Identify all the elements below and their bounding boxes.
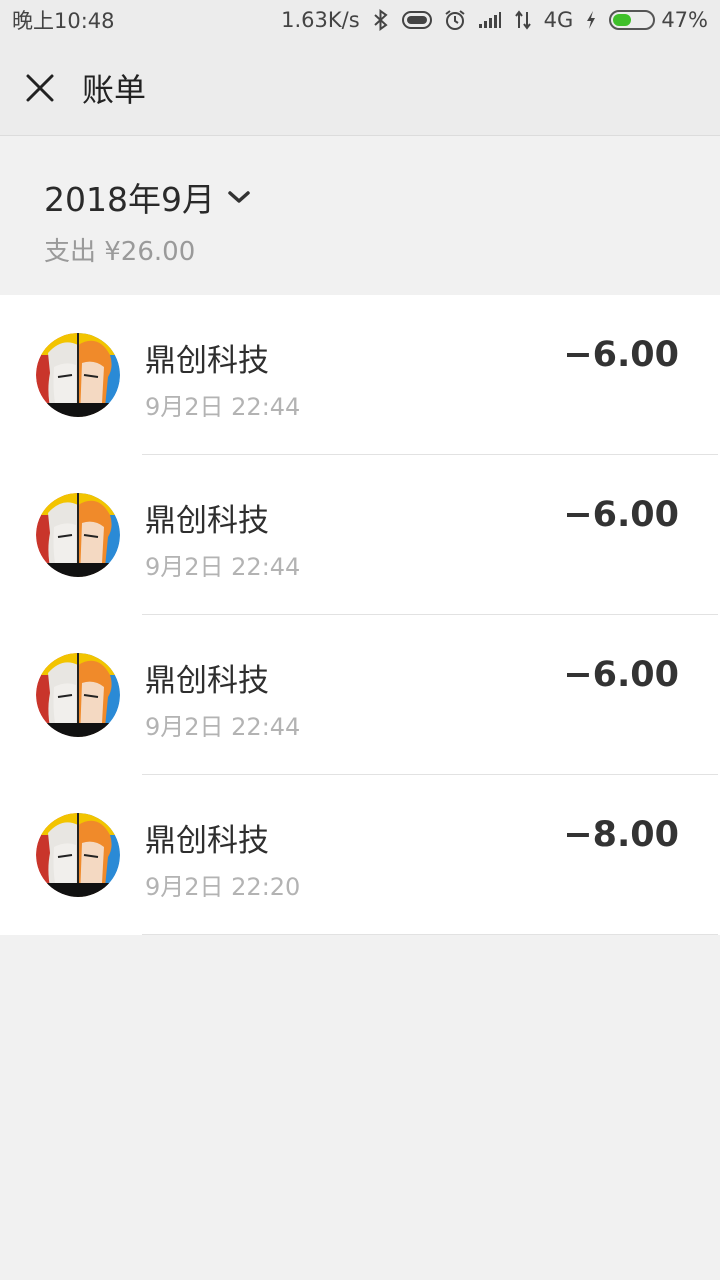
merchant-name: 鼎创科技: [145, 823, 269, 859]
transaction-time: 9月2日 22:44: [145, 553, 301, 581]
avatar-image: [36, 333, 120, 417]
avatar-image: [36, 493, 120, 577]
merchant-avatar: [36, 333, 120, 417]
divider: [142, 934, 718, 935]
list-item[interactable]: 鼎创科技 9月2日 22:44 −6.00: [0, 295, 720, 455]
list-item[interactable]: 鼎创科技 9月2日 22:44 −6.00: [0, 615, 720, 775]
battery-icon: [609, 10, 656, 30]
merchant-name: 鼎创科技: [145, 503, 269, 539]
close-icon: [26, 74, 54, 101]
transaction-amount: −8.00: [563, 815, 679, 855]
merchant-name: 鼎创科技: [145, 343, 269, 379]
data-transfer-icon: [514, 10, 532, 30]
list-item[interactable]: 鼎创科技 9月2日 22:20 −8.00: [0, 775, 720, 935]
status-bar: 晚上10:48 1.63K/s 4G 47%: [0, 0, 720, 40]
network-type: 4G: [543, 8, 574, 32]
nav-bar: 账单: [0, 40, 720, 136]
month-label: 2018年9月: [44, 180, 215, 219]
status-time: 晚上10:48: [12, 9, 115, 33]
close-button[interactable]: [0, 40, 80, 136]
merchant-avatar: [36, 813, 120, 897]
net-speed: 1.63K/s: [281, 8, 360, 32]
list-item[interactable]: 鼎创科技 9月2日 22:44 −6.00: [0, 455, 720, 615]
battery-percent: 47%: [661, 8, 708, 32]
month-section: 2018年9月 支出 ¥26.00: [0, 137, 720, 295]
charging-icon: [585, 10, 597, 30]
alarm-icon: [444, 9, 466, 31]
page-title: 账单: [82, 70, 147, 109]
expense-summary: 支出 ¥26.00: [44, 237, 196, 267]
signal-icon: [478, 11, 502, 29]
battery-fill: [613, 14, 632, 26]
chevron-down-icon: [228, 191, 250, 203]
bluetooth-icon: [372, 9, 390, 31]
transaction-amount: −6.00: [563, 655, 679, 695]
bill-list: 鼎创科技 9月2日 22:44 −6.00 鼎创科技 9月2日 22:44 −6…: [0, 295, 720, 935]
toggle-icon: [401, 10, 432, 30]
month-selector[interactable]: 2018年9月: [44, 173, 251, 221]
avatar-image: [36, 813, 120, 897]
battery-indicator: 47%: [609, 8, 708, 32]
transaction-amount: −6.00: [563, 495, 679, 535]
transaction-time: 9月2日 22:44: [145, 393, 301, 421]
transaction-amount: −6.00: [563, 335, 679, 375]
transaction-time: 9月2日 22:20: [145, 873, 301, 901]
merchant-name: 鼎创科技: [145, 663, 269, 699]
avatar-image: [36, 653, 120, 737]
merchant-avatar: [36, 653, 120, 737]
status-icons: 1.63K/s 4G 47%: [281, 8, 708, 32]
transaction-time: 9月2日 22:44: [145, 713, 301, 741]
merchant-avatar: [36, 493, 120, 577]
